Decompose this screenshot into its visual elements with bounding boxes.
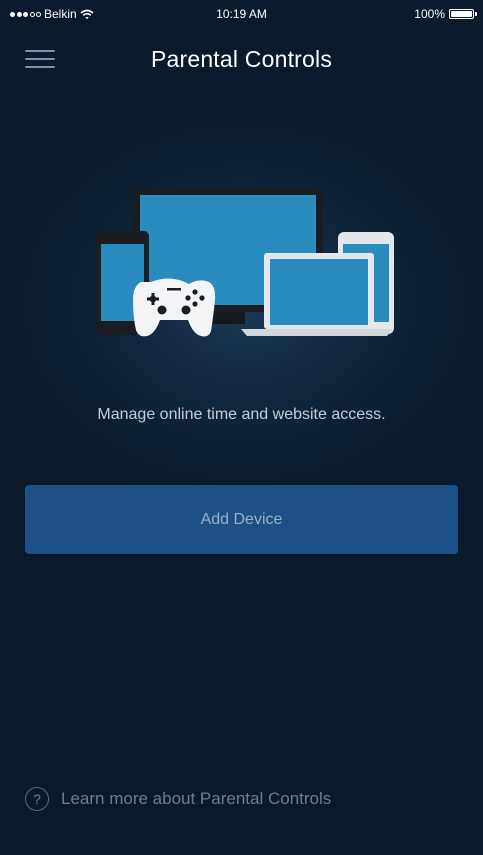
help-icon-glyph: ?	[33, 791, 41, 807]
devices-illustration	[96, 188, 394, 337]
battery-percent: 100%	[414, 7, 445, 21]
game-controller-icon	[133, 278, 216, 337]
status-bar: Belkin 10:19 AM 100%	[3, 3, 480, 25]
add-device-label: Add Device	[200, 510, 283, 528]
learn-more-link[interactable]: ? Learn more about Parental Controls	[25, 787, 331, 811]
help-icon: ?	[25, 787, 49, 811]
page-description: Manage online time and website access.	[97, 406, 386, 423]
page-title: Parental Controls	[150, 46, 333, 72]
add-device-button[interactable]: Add Device	[25, 485, 458, 554]
app-screen: Belkin 10:19 AM 100% Parental Controls M…	[3, 3, 480, 852]
status-time: 10:19 AM	[216, 7, 267, 21]
learn-more-label: Learn more about Parental Controls	[61, 789, 332, 808]
battery-icon	[449, 9, 477, 19]
status-right: 100%	[414, 7, 477, 21]
